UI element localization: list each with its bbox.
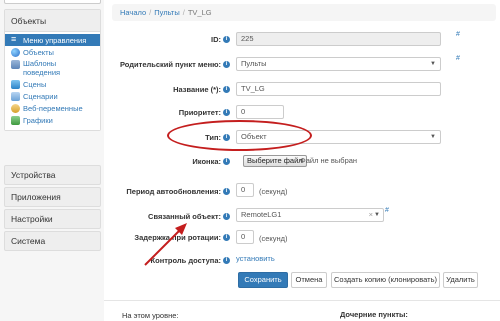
annotation-arrow bbox=[144, 223, 187, 266]
